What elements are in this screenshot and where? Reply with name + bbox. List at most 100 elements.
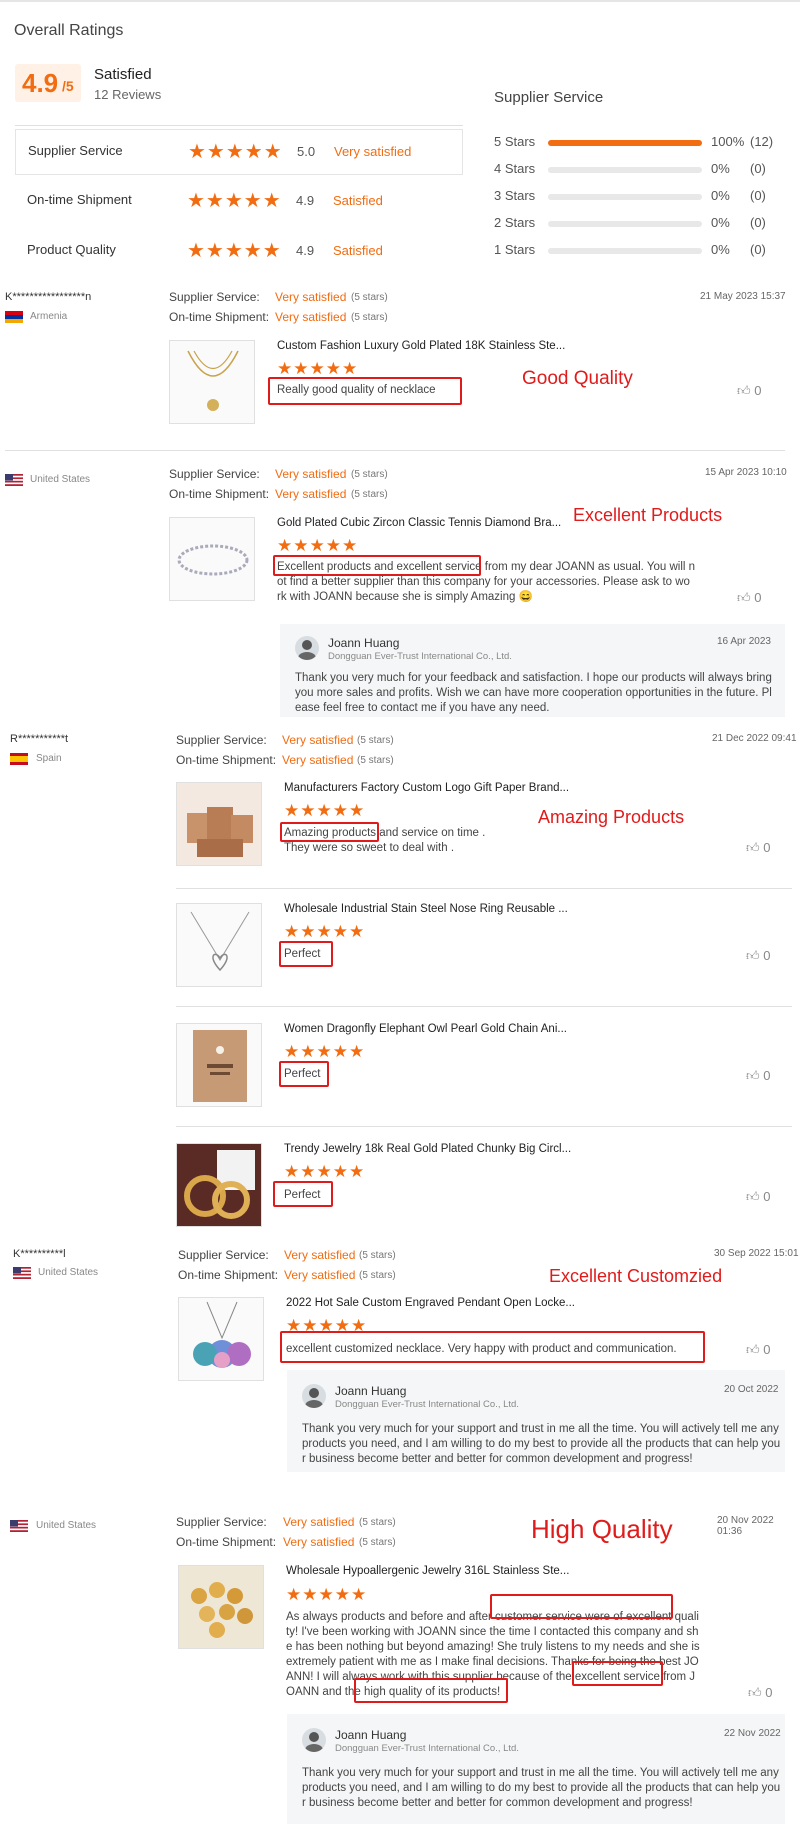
overall-satisfaction-label: Satisfied	[94, 66, 152, 83]
rating-name: On-time Shipment	[27, 192, 132, 207]
star-bar-label: 1 Stars	[494, 242, 536, 257]
item-divider	[176, 1126, 792, 1127]
ontime-label: On-time Shipment:	[176, 1535, 277, 1549]
supplier-service-value: Very satisfied	[275, 290, 347, 304]
product-thumbnail[interactable]	[178, 1565, 264, 1649]
ontime-value: Very satisfied	[275, 487, 347, 501]
supplier-service-label: Supplier Service:	[176, 1515, 267, 1529]
like-button[interactable]: 👍︎ 0	[746, 1068, 770, 1084]
ontime-value: Very satisfied	[283, 1535, 355, 1549]
supplier-reply: Joann Huang Dongguan Ever-Trust Internat…	[280, 624, 785, 717]
product-stars: ★★★★★	[286, 1585, 368, 1604]
product-title[interactable]: Manufacturers Factory Custom Logo Gift P…	[284, 782, 569, 794]
review-text-line: rk with JOANN because she is simply Amaz…	[277, 591, 533, 603]
reply-text-line: Thank you very much for your support and…	[302, 1423, 779, 1435]
product-stars: ★★★★★	[284, 801, 366, 820]
star-bar-row: 3 Stars 0% (0)	[494, 187, 794, 205]
supplier-service-value: Very satisfied	[275, 467, 347, 481]
product-stars: ★★★★★	[277, 359, 359, 378]
supplier-reply: Joann Huang Dongguan Ever-Trust Internat…	[287, 1714, 785, 1824]
review-text-line: ot find a better supplier than this comp…	[277, 576, 690, 588]
review-date: 20 Nov 2022 01:36	[717, 1515, 774, 1537]
product-thumbnail[interactable]	[169, 340, 255, 424]
review-date: 30 Sep 2022 15:01	[714, 1248, 799, 1259]
overall-score-badge: 4.9 /5	[15, 64, 81, 102]
rating-desc: Satisfied	[333, 243, 383, 258]
thumbs-up-icon: 👍︎	[748, 1685, 762, 1700]
item-divider	[176, 888, 792, 889]
reply-date: 16 Apr 2023	[717, 636, 771, 647]
star-bar-count: (0)	[750, 188, 766, 203]
item-divider	[176, 1006, 792, 1007]
star-bar-track	[548, 167, 702, 173]
review-date: 15 Apr 2023 10:10	[705, 467, 787, 478]
ontime-value: Very satisfied	[275, 310, 347, 324]
product-thumbnail[interactable]	[176, 1023, 262, 1107]
thumbs-up-icon: 👍︎	[746, 1068, 760, 1083]
product-thumbnail[interactable]	[176, 903, 262, 987]
like-button[interactable]: 👍︎ 0	[746, 948, 770, 964]
star-bar-label: 5 Stars	[494, 134, 536, 149]
ontime-label: On-time Shipment:	[178, 1268, 279, 1282]
like-count: 0	[763, 948, 771, 963]
rating-stars: ★★★★★	[188, 141, 283, 163]
product-title[interactable]: Wholesale Industrial Stain Steel Nose Ri…	[284, 903, 568, 915]
star-bar-percent: 0%	[711, 188, 730, 203]
supplier-service-label: Supplier Service:	[176, 733, 267, 747]
like-button[interactable]: 👍︎ 0	[748, 1685, 772, 1701]
star-bar-row: 2 Stars 0% (0)	[494, 214, 794, 232]
like-button[interactable]: 👍︎ 0	[737, 383, 761, 399]
rating-row-supplier-service: Supplier Service ★★★★★ 5.0 Very satisfie…	[15, 129, 463, 175]
review-count: 12 Reviews	[94, 87, 162, 102]
like-button[interactable]: 👍︎ 0	[746, 1342, 770, 1358]
product-title[interactable]: Gold Plated Cubic Zircon Classic Tennis …	[277, 517, 561, 529]
like-button[interactable]: 👍︎ 0	[737, 590, 761, 606]
product-thumbnail[interactable]	[176, 782, 262, 866]
avatar	[302, 1728, 326, 1752]
like-count: 0	[763, 1342, 771, 1357]
review-date: 21 May 2023 15:37	[700, 291, 786, 302]
thumbs-up-icon: 👍︎	[737, 590, 751, 605]
rating-name: Product Quality	[27, 242, 116, 257]
flag-spain-icon	[10, 753, 28, 765]
product-title[interactable]: Women Dragonfly Elephant Owl Pearl Gold …	[284, 1023, 567, 1035]
reviewer-name: K**********l	[13, 1248, 66, 1260]
reply-company: Dongguan Ever-Trust International Co., L…	[328, 651, 512, 662]
reply-date: 20 Oct 2022	[724, 1384, 779, 1395]
product-title[interactable]: 2022 Hot Sale Custom Engraved Pendant Op…	[286, 1297, 575, 1309]
product-title[interactable]: Trendy Jewelry 18k Real Gold Plated Chun…	[284, 1143, 571, 1155]
highlight-box	[280, 1331, 705, 1363]
like-count: 0	[763, 1068, 771, 1083]
reply-company: Dongguan Ever-Trust International Co., L…	[335, 1743, 519, 1754]
star-bar-percent: 0%	[711, 215, 730, 230]
star-bar-percent: 0%	[711, 161, 730, 176]
reviewer-country: United States	[30, 474, 91, 485]
reply-author: Joann Huang	[335, 1728, 407, 1742]
product-stars: ★★★★★	[284, 922, 366, 941]
supplier-service-value: Very satisfied	[284, 1248, 356, 1262]
product-thumbnail[interactable]	[178, 1297, 264, 1381]
rating-stars: ★★★★★	[187, 190, 282, 212]
ontime-label: On-time Shipment:	[176, 753, 277, 767]
like-count: 0	[763, 840, 771, 855]
like-count: 0	[763, 1189, 771, 1204]
product-title[interactable]: Custom Fashion Luxury Gold Plated 18K St…	[277, 340, 565, 352]
like-button[interactable]: 👍︎ 0	[746, 1189, 770, 1205]
review-text-line: They were so sweet to deal with .	[284, 842, 455, 854]
review-text-line: ty! I've been working with JOANN since t…	[286, 1626, 699, 1638]
annotation-label: Excellent Products	[573, 505, 723, 525]
reviewer-country: Armenia	[30, 311, 68, 322]
review-divider	[5, 450, 785, 451]
star-bar-track	[548, 221, 702, 227]
reply-text-line: ease feel free to contact me if you have…	[295, 702, 550, 714]
product-thumbnail[interactable]	[176, 1143, 262, 1227]
reviewer-name: K*****************n	[5, 291, 92, 303]
ontime-label: On-time Shipment:	[169, 487, 270, 501]
like-button[interactable]: 👍︎ 0	[746, 840, 770, 856]
thumbs-up-icon: 👍︎	[746, 1342, 760, 1357]
star-bar-track	[548, 248, 702, 254]
product-title[interactable]: Wholesale Hypoallergenic Jewelry 316L St…	[286, 1565, 569, 1577]
product-thumbnail[interactable]	[169, 517, 255, 601]
supplier-service-value: Very satisfied	[282, 733, 354, 747]
rating-row-ontime-shipment: On-time Shipment ★★★★★ 4.9 Satisfied	[15, 179, 463, 225]
